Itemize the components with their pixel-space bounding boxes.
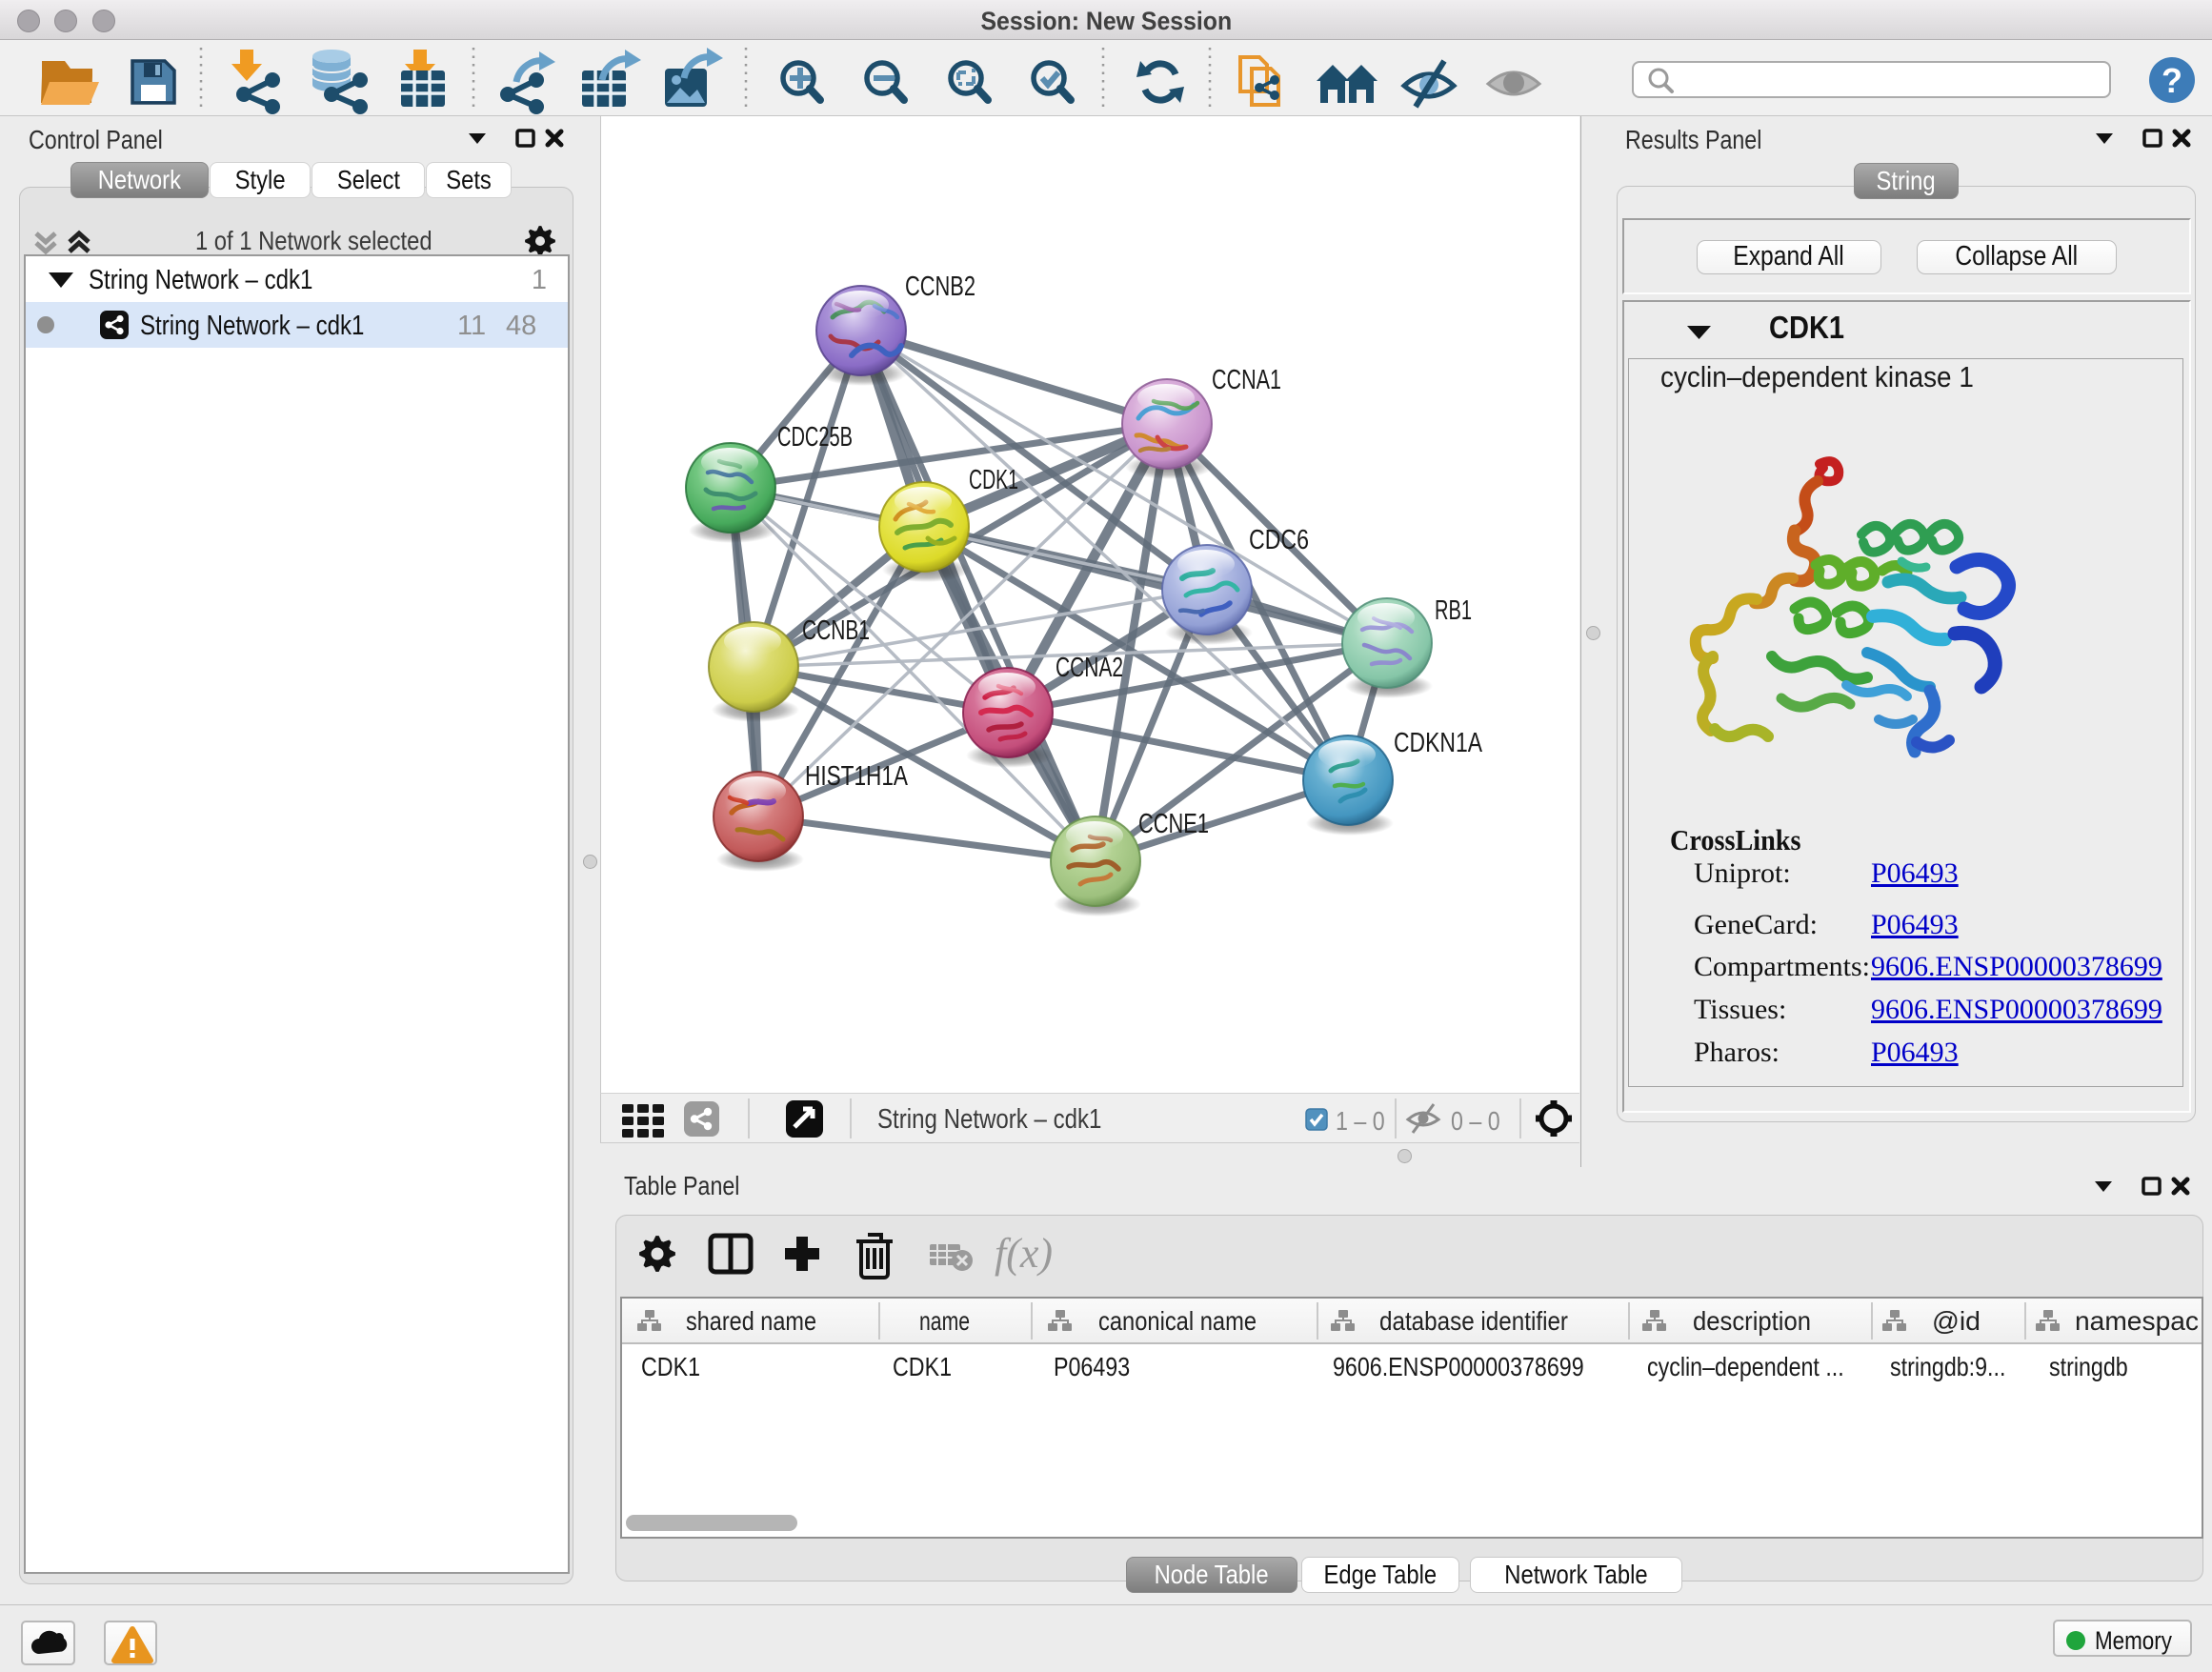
svg-text:CDC25B: CDC25B [777,422,853,453]
svg-text:shared name: shared name [686,1306,816,1336]
svg-text:f(x): f(x) [995,1230,1053,1277]
svg-text:CCNE1: CCNE1 [1138,809,1209,839]
svg-text:CDC6: CDC6 [1249,525,1309,555]
svg-text:CDK1: CDK1 [969,465,1018,495]
svg-text:CCNB2: CCNB2 [905,272,975,302]
svg-text:HIST1H1A: HIST1H1A [805,761,909,792]
svg-text:description: description [1693,1306,1811,1336]
svg-text:CDKN1A: CDKN1A [1394,728,1483,758]
svg-text:CCNA2: CCNA2 [1056,653,1123,683]
svg-text:canonical name: canonical name [1098,1306,1257,1336]
svg-text:RB1: RB1 [1435,595,1472,626]
svg-text:database identifier: database identifier [1379,1306,1568,1336]
svg-text:CCNA1: CCNA1 [1212,365,1281,395]
svg-text:?: ? [2162,61,2182,100]
svg-text:namespac: namespac [2075,1306,2199,1336]
svg-text:name: name [919,1306,970,1336]
svg-text:@id: @id [1932,1306,1981,1336]
svg-text:CCNB1: CCNB1 [802,615,870,646]
